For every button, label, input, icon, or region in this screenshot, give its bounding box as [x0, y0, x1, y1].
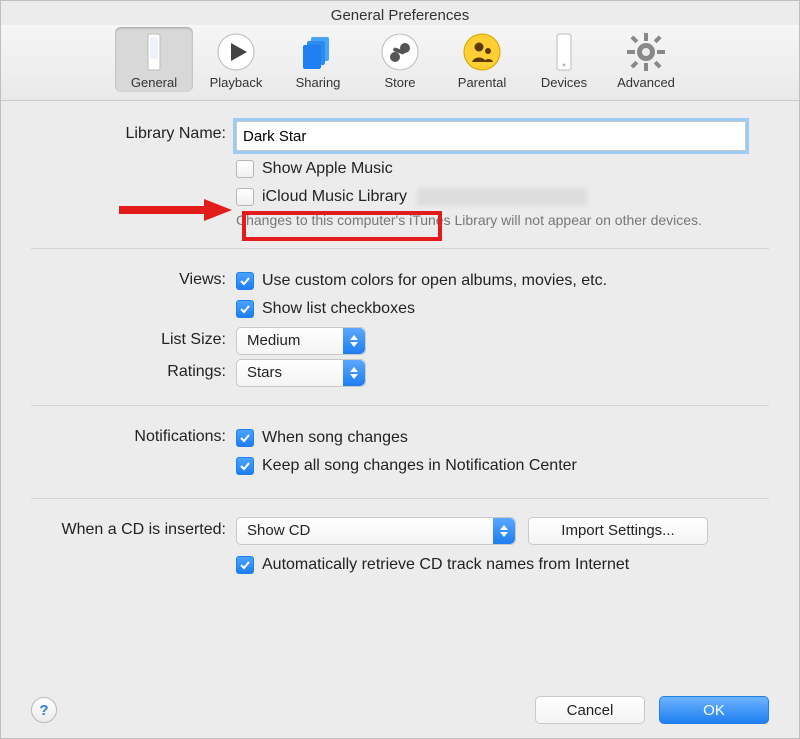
cd-inserted-label: When a CD is inserted: [31, 517, 236, 539]
tab-label: Devices [541, 75, 587, 90]
library-name-input[interactable] [236, 121, 746, 151]
tab-label: Advanced [617, 75, 675, 90]
window-title: General Preferences [1, 1, 799, 25]
divider [31, 405, 769, 406]
tab-label: Playback [210, 75, 263, 90]
when-song-changes-checkbox[interactable] [236, 429, 254, 447]
ratings-select[interactable]: Stars [236, 359, 366, 387]
list-size-label: List Size: [31, 327, 236, 349]
store-icon [379, 31, 421, 73]
cancel-button[interactable]: Cancel [535, 696, 645, 724]
tab-label: Parental [458, 75, 506, 90]
tab-label: Store [384, 75, 415, 90]
auto-retrieve-label: Automatically retrieve CD track names fr… [262, 556, 629, 574]
general-icon [133, 31, 175, 73]
tab-label: Sharing [296, 75, 341, 90]
views-label: Views: [31, 267, 236, 289]
playback-icon [215, 31, 257, 73]
ok-button[interactable]: OK [659, 696, 769, 724]
ratings-label: Ratings: [31, 359, 236, 381]
cd-action-value: Show CD [247, 522, 310, 539]
custom-colors-label: Use custom colors for open albums, movie… [262, 272, 607, 290]
show-apple-music-checkbox[interactable] [236, 160, 254, 178]
show-list-checkboxes-checkbox[interactable] [236, 300, 254, 318]
tab-general[interactable]: General [115, 27, 193, 92]
tab-advanced[interactable]: Advanced [607, 27, 685, 92]
icloud-music-library-checkbox[interactable] [236, 188, 254, 206]
show-list-checkboxes-label: Show list checkboxes [262, 300, 415, 318]
custom-colors-checkbox[interactable] [236, 272, 254, 290]
devices-icon [543, 31, 585, 73]
gear-icon [625, 31, 667, 73]
import-settings-button[interactable]: Import Settings... [528, 517, 708, 545]
keep-in-center-checkbox[interactable] [236, 457, 254, 475]
auto-retrieve-checkbox[interactable] [236, 556, 254, 574]
notifications-label: Notifications: [31, 424, 236, 446]
preferences-window: General Preferences General Playback Sha… [0, 0, 800, 739]
keep-in-center-label: Keep all song changes in Notification Ce… [262, 457, 577, 475]
help-button[interactable]: ? [31, 697, 57, 723]
tab-sharing[interactable]: Sharing [279, 27, 357, 92]
stepper-icon [343, 328, 365, 354]
tab-store[interactable]: Store [361, 27, 439, 92]
show-apple-music-label: Show Apple Music [262, 160, 393, 178]
list-size-select[interactable]: Medium [236, 327, 366, 355]
cd-action-select[interactable]: Show CD [236, 517, 516, 545]
redacted-account-text [417, 188, 587, 206]
tab-playback[interactable]: Playback [197, 27, 275, 92]
icloud-note: Changes to this computer's iTunes Librar… [236, 211, 736, 230]
stepper-icon [493, 518, 515, 544]
parental-icon [461, 31, 503, 73]
divider [31, 248, 769, 249]
tab-devices[interactable]: Devices [525, 27, 603, 92]
preferences-toolbar: General Playback Sharing Store Parental [1, 25, 799, 101]
tab-parental[interactable]: Parental [443, 27, 521, 92]
when-song-changes-label: When song changes [262, 429, 408, 447]
library-name-label: Library Name: [31, 121, 236, 143]
list-size-value: Medium [247, 332, 300, 349]
stepper-icon [343, 360, 365, 386]
tab-label: General [131, 75, 177, 90]
ratings-value: Stars [247, 364, 282, 381]
icloud-music-library-label: iCloud Music Library [262, 188, 407, 206]
divider [31, 498, 769, 499]
sharing-icon [297, 31, 339, 73]
